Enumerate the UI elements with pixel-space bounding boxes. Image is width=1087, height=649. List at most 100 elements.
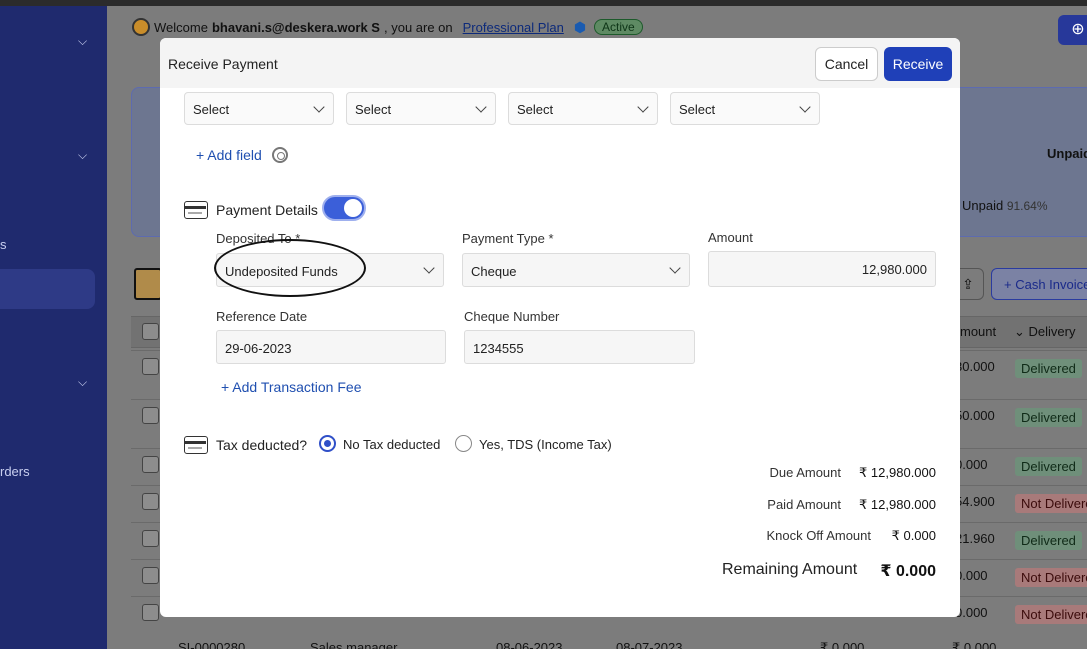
- last-row-date1: 08-06-2023: [496, 640, 563, 649]
- add-field-row: + Add field: [196, 147, 288, 163]
- last-row-date2: 08-07-2023: [616, 640, 683, 649]
- welcome-mid: , you are on: [383, 19, 453, 35]
- delivery-status-badge: Not Delivered: [1015, 568, 1087, 587]
- last-row-id: SI-0000280: [178, 640, 246, 649]
- row-checkbox[interactable]: [142, 456, 159, 473]
- status-badge: Active: [594, 19, 643, 35]
- row-checkbox[interactable]: [142, 567, 159, 584]
- toggle-knob: [344, 199, 362, 217]
- gear-icon[interactable]: [271, 147, 288, 163]
- column-header-delivery-label: Delivery: [1028, 324, 1076, 339]
- select-all-checkbox[interactable]: [142, 323, 159, 340]
- select-value: Select: [355, 102, 392, 117]
- delivery-status-badge: Not Delivered: [1015, 494, 1087, 513]
- add-button[interactable]: ⊕: [1058, 15, 1087, 45]
- row-checkbox[interactable]: [142, 493, 159, 510]
- welcome-prefix: Welcome: [154, 19, 208, 35]
- delivery-status-badge: Delivered: [1015, 359, 1082, 378]
- plan-link[interactable]: Professional Plan: [463, 20, 564, 35]
- chevron-down-icon[interactable]: ⌵: [78, 148, 92, 162]
- custom-field-select-3[interactable]: Select: [508, 92, 658, 125]
- add-field-link[interactable]: + Add field: [196, 147, 262, 163]
- knock-off-label: Knock Off Amount: [766, 528, 871, 543]
- due-amount-label: Due Amount: [769, 465, 841, 480]
- unpaid-stat: Unpaid 91.64%: [962, 198, 1048, 213]
- annotation-circle: [214, 239, 366, 297]
- row-checkbox[interactable]: [142, 358, 159, 375]
- credit-card-icon: [184, 436, 208, 454]
- app-logo-icon: [132, 18, 150, 36]
- sidebar: ⌵ ⌵ s ⌵ rders: [0, 6, 107, 649]
- row-checkbox[interactable]: [142, 530, 159, 547]
- chevron-down-icon[interactable]: ⌵: [78, 375, 92, 389]
- chevron-down-icon: [423, 262, 435, 274]
- custom-field-select-1[interactable]: Select: [184, 92, 334, 125]
- knock-off-value: ₹ 0.000: [891, 528, 936, 543]
- row-amount: 30.000: [955, 359, 995, 374]
- radio-no-tax-label[interactable]: No Tax deducted: [343, 437, 440, 452]
- tax-deducted-label: Tax deducted?: [216, 437, 308, 453]
- select-value: Select: [679, 102, 716, 117]
- last-row-person: Sales manager: [310, 640, 398, 649]
- credit-card-icon: [184, 201, 208, 219]
- row-checkbox[interactable]: [142, 407, 159, 424]
- chevron-down-icon: [637, 101, 649, 113]
- delivery-status-badge: Delivered: [1015, 408, 1082, 427]
- row-checkbox[interactable]: [142, 604, 159, 621]
- sidebar-item-label[interactable]: rders: [0, 464, 30, 479]
- select-value: Select: [193, 102, 230, 117]
- column-header-delivery[interactable]: ⌄ Delivery: [1014, 324, 1075, 340]
- delivery-status-badge: Not Delivered: [1015, 605, 1087, 624]
- radio-no-tax[interactable]: [319, 435, 336, 452]
- delivery-status-badge: Delivered: [1015, 531, 1082, 550]
- due-amount-value: ₹ 12,980.000: [859, 465, 936, 480]
- custom-field-select-2[interactable]: Select: [346, 92, 496, 125]
- unpaid-header: Unpaid: [1047, 146, 1087, 161]
- remaining-amount-value: ₹ 0.000: [880, 563, 936, 580]
- row-amount: 54.900: [955, 494, 995, 509]
- unpaid-label: Unpaid: [962, 198, 1004, 213]
- radio-tds-label[interactable]: Yes, TDS (Income Tax): [479, 437, 612, 452]
- delivery-status-badge: Delivered: [1015, 457, 1082, 476]
- unpaid-pct: 91.64%: [1006, 199, 1048, 213]
- cheque-number-field[interactable]: 1234555: [464, 330, 695, 364]
- reference-date-field[interactable]: 29-06-2023: [216, 330, 446, 364]
- chevron-down-icon[interactable]: ⌵: [78, 34, 92, 48]
- last-row-amt2: ₹ 0.000: [952, 640, 997, 649]
- payment-type-label: Payment Type *: [462, 231, 554, 246]
- remaining-amount-label: Remaining Amount: [722, 561, 858, 578]
- user-email: bhavani.s@deskera.work S: [211, 19, 380, 35]
- row-amount: 50.000: [955, 408, 995, 423]
- dialog-title: Receive Payment: [168, 56, 278, 72]
- radio-tds[interactable]: [455, 435, 472, 452]
- chevron-down-icon: [669, 262, 681, 274]
- cash-invoice-button[interactable]: + Cash Invoice: [991, 268, 1087, 300]
- payment-details-toggle[interactable]: [322, 195, 366, 221]
- clipboard-icon: [134, 268, 162, 300]
- payment-type-value: Cheque: [471, 264, 517, 279]
- payment-type-select[interactable]: Cheque: [462, 253, 690, 287]
- row-amount: 21.960: [955, 531, 995, 546]
- receive-payment-dialog: Receive Payment Cancel Receive Select Se…: [160, 38, 960, 617]
- cheque-number-label: Cheque Number: [464, 309, 560, 324]
- select-value: Select: [517, 102, 554, 117]
- chevron-down-icon: [799, 101, 811, 113]
- amount-field[interactable]: 12,980.000: [708, 251, 936, 287]
- custom-field-select-4[interactable]: Select: [670, 92, 820, 125]
- last-row-amt1: ₹ 0.000: [820, 640, 865, 649]
- column-header-amount[interactable]: mount: [960, 324, 996, 339]
- cancel-button[interactable]: Cancel: [815, 47, 878, 81]
- reference-date-label: Reference Date: [216, 309, 308, 324]
- sidebar-item-label[interactable]: s: [0, 237, 7, 252]
- star-icon: ⬢: [573, 18, 587, 35]
- welcome-bar: Welcome bhavani.s@deskera.work S , you a…: [132, 18, 643, 36]
- paid-amount-label: Paid Amount: [767, 497, 841, 512]
- sidebar-item-active[interactable]: [0, 269, 95, 309]
- chevron-down-icon: [313, 101, 325, 113]
- chevron-down-icon: [475, 101, 487, 113]
- receive-button[interactable]: Receive: [884, 47, 952, 81]
- amount-label: Amount: [708, 230, 753, 245]
- add-transaction-fee-link[interactable]: + Add Transaction Fee: [221, 379, 361, 395]
- dialog-header: Receive Payment Cancel Receive: [160, 38, 960, 88]
- paid-amount-value: ₹ 12,980.000: [859, 497, 936, 512]
